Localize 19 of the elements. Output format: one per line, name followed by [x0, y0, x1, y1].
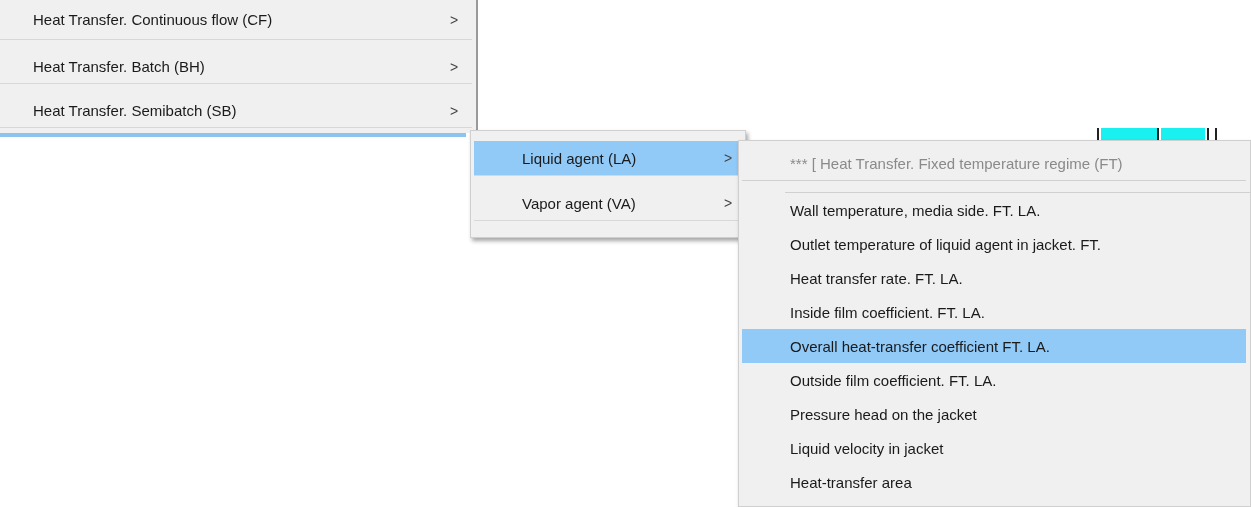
menu-item[interactable]: Overall heat-transfer coefficient FT. LA.	[742, 329, 1246, 363]
menu-item[interactable]: Pressure head on the jacket	[742, 397, 1246, 431]
menu-item[interactable]: Inside film coefficient. FT. LA.	[742, 295, 1246, 329]
submenu-arrow-icon: >	[724, 150, 733, 166]
menu-item[interactable]: Wall temperature, media side. FT. LA.	[742, 193, 1246, 227]
menu-item[interactable]: Heat Transfer. Semibatch (SB) >	[0, 94, 472, 128]
menu-item[interactable]: Heat transfer rate. FT. LA.	[742, 261, 1246, 295]
submenu-arrow-icon: >	[450, 11, 459, 28]
menu-item[interactable]: Heat Transfer. Batch (BH) >	[0, 50, 472, 84]
menu-item[interactable]: Liquid agent (LA) >	[474, 141, 741, 176]
menu-header: *** [ Heat Transfer. Fixed temperature regime (FT)	[742, 146, 1246, 181]
submenu-arrow-icon: >	[450, 58, 459, 75]
menu-item[interactable]: Outlet temperature of liquid agent in jacket. FT.	[742, 227, 1246, 261]
menu-item[interactable]: Outside film coefficient. FT. LA.	[742, 363, 1246, 397]
submenu-arrow-icon: >	[724, 195, 733, 211]
submenu-arrow-icon: >	[450, 102, 459, 119]
menu-item[interactable]: Liquid velocity in jacket	[742, 431, 1246, 465]
menu-item[interactable]: Heat Transfer. Continuous flow (CF) >	[0, 0, 472, 40]
menu-item[interactable]: Heat-transfer area	[742, 465, 1246, 499]
